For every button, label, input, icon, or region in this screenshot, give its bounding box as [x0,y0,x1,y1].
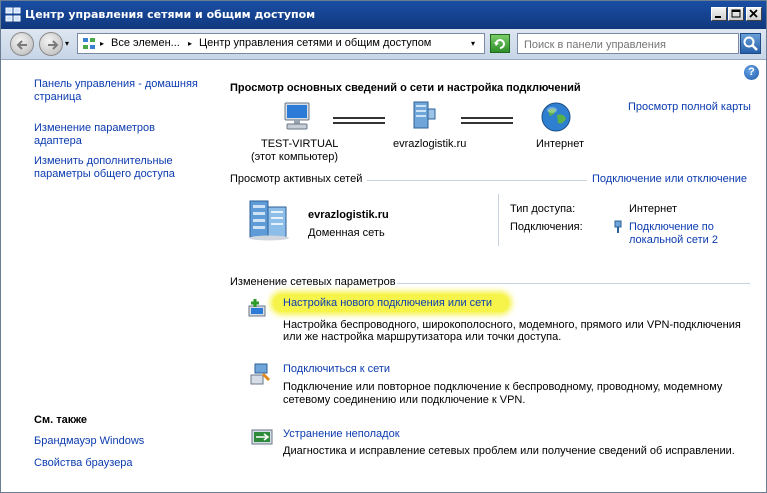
access-type-label: Тип доступа: [510,203,576,215]
link-label: локальной сети 2 [629,234,718,246]
search-input[interactable] [522,36,736,53]
sidebar-item-firewall[interactable]: Брандмауэр Windows [34,435,144,447]
sidebar-item-label: параметры общего доступа [34,168,175,180]
control-panel-icon [83,38,95,49]
view-full-map-link[interactable]: Просмотр полной карты [628,101,751,113]
map-internet-label: Интернет [536,138,584,150]
see-also-heading: См. также [34,414,87,426]
sidebar-item-sharing-settings[interactable]: Изменить дополнительные параметры общего… [34,155,175,181]
active-network-name: evrazlogistik.ru [308,209,389,221]
ethernet-icon [614,220,622,233]
breadcrumb-arrow-icon[interactable]: ▸ [100,39,104,48]
search-icon [743,36,758,51]
address-dropdown-icon[interactable]: ▾ [471,39,475,48]
access-type-value: Интернет [629,203,677,215]
breadcrumb-network-center[interactable]: Центр управления сетями и общим доступом [199,37,431,49]
new-connection-icon [248,299,266,317]
map-connection-line [461,117,513,124]
connect-disconnect-link[interactable]: Подключение или отключение [592,173,747,185]
task-description: или же настройка маршрутизатора или точк… [283,331,562,343]
section-divider [367,180,587,181]
close-button[interactable] [746,7,762,21]
domain-network-icon [249,200,289,241]
task-connect-network-link[interactable]: Подключиться к сети [283,363,390,375]
domain-network-icon [413,101,436,129]
active-networks-heading: Просмотр активных сетей [230,173,363,185]
computer-icon [284,102,310,130]
vertical-divider [498,194,499,246]
sidebar-item-adapter-settings[interactable]: Изменение параметров адаптера [34,122,155,148]
search-box[interactable] [517,33,739,54]
local-connection-link[interactable]: Подключение по локальной сети 2 [629,221,718,247]
internet-globe-icon [541,102,571,132]
close-icon [749,9,758,18]
sidebar-item-home[interactable]: Панель управления - домашняя страница [34,78,198,104]
network-center-icon [5,7,21,22]
window-title: Центр управления сетями и общим доступом [25,8,316,21]
sidebar-item-label: страница [34,91,82,103]
active-network-type: Доменная сеть [308,227,385,239]
forward-button[interactable] [39,32,63,56]
back-arrow-icon [16,40,27,50]
task-description: Настройка беспроводного, широкополосного… [283,319,741,331]
connections-label: Подключения: [510,221,583,233]
search-button[interactable] [740,33,761,54]
task-description: Подключение или повторное подключение к … [283,381,723,393]
map-computer-subtitle: (этот компьютер) [251,151,339,163]
sidebar-item-label: Изменить дополнительные [34,155,173,167]
refresh-button[interactable] [490,34,510,53]
minimize-button[interactable] [711,7,727,21]
map-domain-name: evrazlogistik.ru [393,138,467,150]
breadcrumb-all-items[interactable]: Все элемен... [111,37,180,49]
link-label: Подключение по [629,221,714,233]
address-toolbar: ▾ ▸ Все элемен... ▸ Центр управления сет… [1,29,766,60]
sidebar-item-label: адаптера [34,135,82,147]
help-icon[interactable]: ? [744,65,759,80]
recent-pages-icon[interactable]: ▾ [65,39,69,48]
task-description: сетевому соединению или подключение к VP… [283,394,526,406]
window: Центр управления сетями и общим доступом… [0,0,767,493]
back-button[interactable] [10,32,34,56]
connect-to-network-icon [250,363,271,385]
map-connection-line [333,117,385,124]
task-troubleshoot-link[interactable]: Устранение неполадок [283,428,400,440]
change-settings-heading: Изменение сетевых параметров [230,276,396,288]
troubleshoot-icon [251,429,273,445]
sidebar-item-label: Изменение параметров [34,122,155,134]
breadcrumb-arrow-icon[interactable]: ▸ [188,39,192,48]
sidebar-item-label: Панель управления - домашняя [34,78,198,90]
forward-arrow-icon [48,40,59,50]
refresh-icon [494,39,505,49]
address-field[interactable]: ▸ Все элемен... ▸ Центр управления сетям… [77,33,485,54]
title-bar[interactable]: Центр управления сетями и общим доступом [1,1,766,29]
sidebar-item-browser-properties[interactable]: Свойства браузера [34,457,133,469]
task-description: Диагностика и исправление сетевых пробле… [283,445,735,457]
minimize-icon [715,16,721,18]
map-computer-name: TEST-VIRTUAL [261,138,339,150]
task-new-connection-link[interactable]: Настройка нового подключения или сети [283,297,492,309]
page-title: Просмотр основных сведений о сети и наст… [230,82,581,94]
section-divider [397,283,750,284]
maximize-button[interactable] [728,7,744,21]
maximize-icon [731,9,741,18]
